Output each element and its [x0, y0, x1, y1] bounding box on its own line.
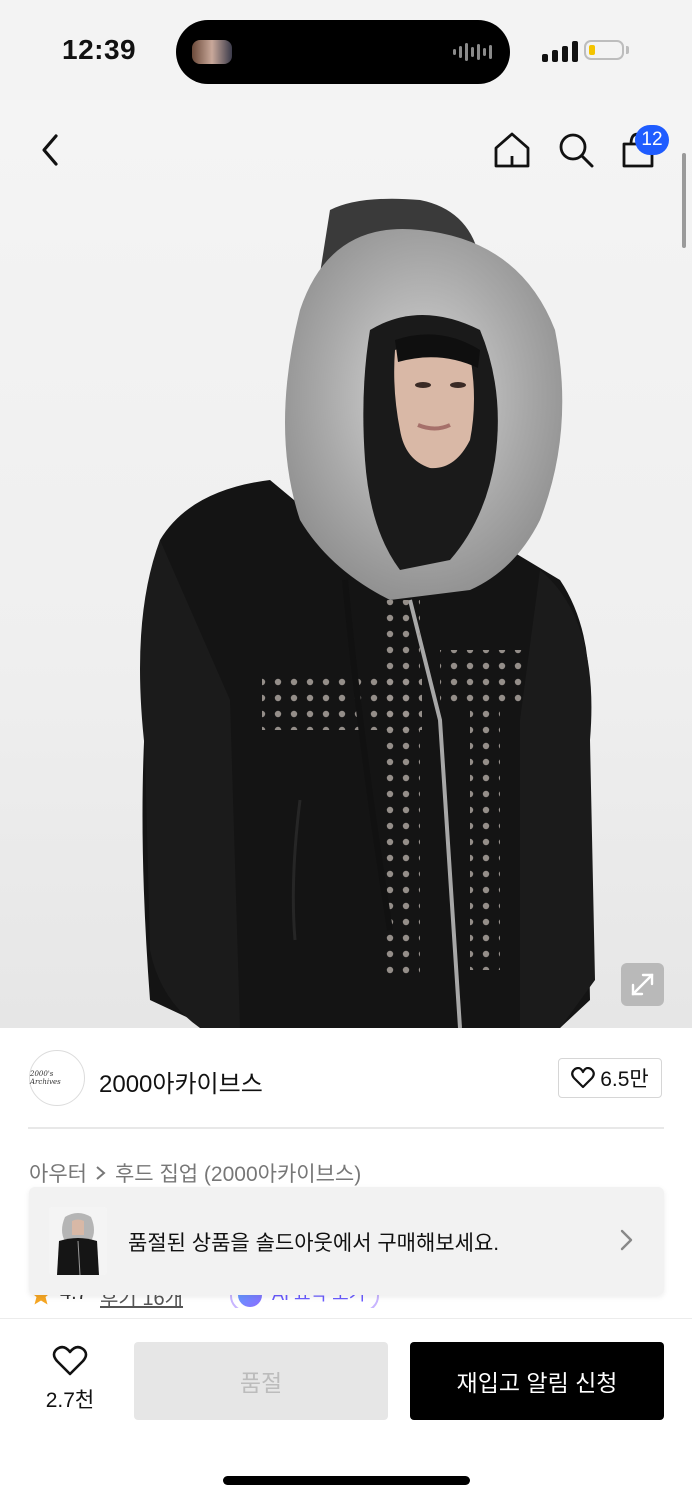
- cellular-signal-icon: [542, 40, 578, 62]
- wishlist-button[interactable]: 2.7천: [40, 1345, 100, 1414]
- status-bar: 12:39: [0, 0, 692, 100]
- wishlist-count: 2.7천: [45, 1389, 95, 1412]
- soldout-banner[interactable]: 품절된 상품을 솔드아웃에서 구매해보세요.: [29, 1187, 664, 1295]
- expand-image-button[interactable]: [621, 963, 664, 1006]
- home-icon[interactable]: [490, 128, 534, 172]
- product-image[interactable]: [0, 100, 692, 1028]
- soldout-banner-text: 품절된 상품을 솔드아웃에서 구매해보세요.: [128, 1232, 500, 1255]
- brand-name[interactable]: 2000아카이브스: [99, 1064, 263, 1099]
- product-photo: [140, 198, 595, 1028]
- battery-tip: [626, 46, 629, 54]
- chevron-right-icon: [96, 1166, 106, 1180]
- cart-count-badge: 12: [635, 125, 669, 155]
- battery-icon: [584, 40, 624, 60]
- now-playing-thumbnail: [192, 40, 232, 64]
- banner-product-thumbnail: [49, 1207, 107, 1275]
- audio-wave-icon: [453, 42, 492, 62]
- status-time: 12:39: [62, 34, 137, 65]
- back-icon[interactable]: [34, 128, 66, 172]
- soldout-button[interactable]: 품절: [134, 1342, 388, 1420]
- breadcrumb-category[interactable]: 아우터: [29, 1158, 87, 1188]
- brand-like-count: 6.5만: [600, 1068, 649, 1091]
- brand-row[interactable]: 2000's Archives 2000아카이브스 6.5만: [0, 1028, 692, 1128]
- chevron-right-icon: [620, 1229, 633, 1251]
- breadcrumb-subcategory[interactable]: 후드 집업 (2000아카이브스): [115, 1158, 361, 1188]
- search-icon[interactable]: [554, 128, 598, 172]
- dynamic-island[interactable]: [176, 20, 510, 84]
- restock-alert-button[interactable]: 재입고 알림 신청: [410, 1342, 664, 1420]
- bottom-action-bar: 2.7천 품절 재입고 알림 신청: [0, 1318, 692, 1501]
- home-indicator[interactable]: [223, 1476, 470, 1485]
- brand-like-button[interactable]: 6.5만: [558, 1058, 662, 1098]
- breadcrumb: 아우터 후드 집업 (2000아카이브스): [29, 1158, 361, 1188]
- heart-icon: [571, 1067, 596, 1089]
- divider: [28, 1127, 664, 1129]
- brand-logo[interactable]: 2000's Archives: [29, 1050, 85, 1106]
- scrollbar[interactable]: [682, 153, 686, 248]
- heart-icon: [52, 1345, 88, 1376]
